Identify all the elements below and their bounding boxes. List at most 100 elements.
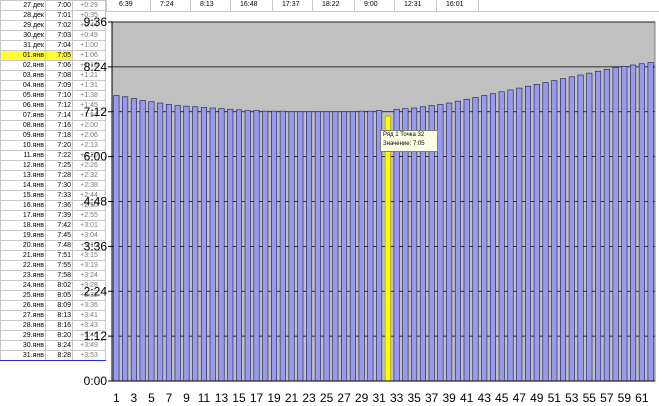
y-tick-label: 1:12 <box>84 329 108 343</box>
x-tick-label: 57 <box>600 391 614 405</box>
bar <box>507 89 514 382</box>
x-tick-label: 13 <box>215 391 229 405</box>
x-tick-label: 7 <box>166 391 173 405</box>
x-tick-label: 49 <box>530 391 544 405</box>
bar <box>113 95 120 382</box>
bar <box>358 110 365 382</box>
x-tick-label: 9 <box>183 391 190 405</box>
x-tick-label: 39 <box>443 391 457 405</box>
bar <box>200 107 207 382</box>
bar <box>262 110 269 382</box>
bar <box>498 91 505 382</box>
bar <box>314 111 321 382</box>
bar <box>612 67 619 382</box>
x-tick-label: 31 <box>372 391 386 405</box>
bar <box>306 111 313 382</box>
x-tick-label: 47 <box>513 391 527 405</box>
x-tick-label: 29 <box>355 391 369 405</box>
bar <box>446 102 453 382</box>
x-tick-label: 15 <box>232 391 246 405</box>
x-tick-label: 41 <box>460 391 474 405</box>
bar <box>139 100 146 382</box>
bar <box>297 111 304 382</box>
chart: 0:001:122:243:364:486:007:128:249:361 3 5 7… <box>84 12 659 406</box>
x-tick-label: 11 <box>198 391 211 405</box>
bar <box>192 106 199 382</box>
bar <box>165 103 172 382</box>
bar <box>253 110 260 382</box>
x-tick-label: 35 <box>407 391 421 405</box>
bar <box>551 80 558 382</box>
bar <box>437 103 444 382</box>
bar <box>577 74 584 382</box>
bar <box>630 64 637 382</box>
y-tick-label: 0:00 <box>84 374 108 388</box>
y-tick-label: 7:12 <box>84 105 108 119</box>
x-tick-label: 37 <box>425 391 439 405</box>
bar <box>533 84 540 382</box>
x-tick-label: 33 <box>390 391 404 405</box>
bar <box>174 105 181 382</box>
bar <box>560 78 567 382</box>
x-tick-label: 27 <box>337 391 351 405</box>
x-tick-label: 3 <box>131 391 138 405</box>
bar <box>227 108 234 382</box>
bar <box>638 63 645 382</box>
bar <box>542 82 549 382</box>
x-tick-label: 17 <box>250 391 264 405</box>
y-tick-label: 3:36 <box>84 239 108 253</box>
y-tick-label: 4:48 <box>84 195 108 209</box>
bar <box>341 111 348 382</box>
bar <box>130 98 137 382</box>
bar <box>516 87 523 382</box>
x-tick-label: 61 <box>635 391 649 405</box>
x-tick-label: 19 <box>267 391 281 405</box>
bar <box>481 95 488 382</box>
bar <box>603 69 610 382</box>
bar <box>568 76 575 382</box>
bar <box>454 100 461 382</box>
bar <box>463 98 470 382</box>
x-tick-label: 43 <box>478 391 492 405</box>
bar <box>621 65 628 382</box>
bar <box>349 111 356 382</box>
bar <box>218 108 225 382</box>
bar <box>271 110 278 382</box>
bar <box>367 110 374 382</box>
bar <box>524 85 532 382</box>
bar <box>384 115 391 382</box>
bar <box>472 97 479 382</box>
y-tick-label: 8:24 <box>84 60 108 74</box>
x-tick-label: 1 <box>113 391 120 405</box>
bar <box>586 72 593 382</box>
bar <box>647 62 654 382</box>
bar <box>235 109 243 382</box>
bar <box>209 107 216 382</box>
bar <box>183 105 190 382</box>
x-tick-label: 59 <box>618 391 632 405</box>
x-tick-label: 53 <box>565 391 579 405</box>
tooltip-line-1: Ряд 1 Точка 32 <box>383 132 425 138</box>
bar <box>157 102 164 382</box>
y-tick-label: 6:00 <box>84 150 108 164</box>
x-tick-label: 21 <box>285 391 299 405</box>
bar <box>595 70 602 382</box>
bar <box>323 111 330 382</box>
bar <box>122 96 129 382</box>
bar <box>288 111 295 382</box>
bar <box>244 110 251 382</box>
chart-tooltip: Ряд 1 Точка 32 Значение: 7:05 <box>380 130 438 152</box>
x-tick-label: 45 <box>495 391 509 405</box>
tooltip-line-2: Значение: 7:05 <box>383 141 425 147</box>
bar <box>489 93 496 382</box>
bar <box>148 101 155 382</box>
x-tick-label: 23 <box>302 391 316 405</box>
bar <box>279 110 286 382</box>
x-tick-label: 55 <box>583 391 597 405</box>
y-tick-label: 9:36 <box>84 15 108 29</box>
x-tick-label: 5 <box>148 391 155 405</box>
bar <box>332 111 339 382</box>
x-tick-label: 51 <box>548 391 562 405</box>
x-tick-label: 25 <box>320 391 334 405</box>
y-tick-label: 2:24 <box>84 284 108 298</box>
